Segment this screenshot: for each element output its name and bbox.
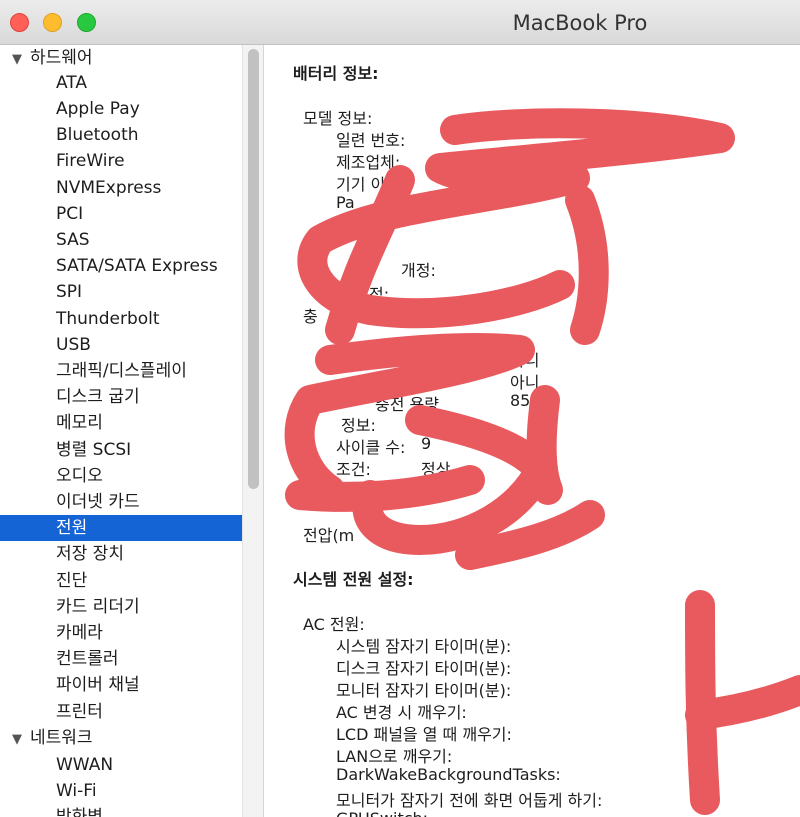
pack-label-fragment: Pa <box>336 193 355 212</box>
window-title: MacBook Pro <box>512 11 648 35</box>
sidebar-item-nvmexpress[interactable]: NVMExpress <box>0 175 242 201</box>
condition-label: 조건: <box>336 460 371 479</box>
sidebar-item-storage[interactable]: 저장 장치 <box>0 541 242 567</box>
sidebar-item-audio[interactable]: 오디오 <box>0 463 242 489</box>
sidebar-item-card-reader[interactable]: 카드 리더기 <box>0 594 242 620</box>
wake-on-lan-label: LAN으로 깨우기: <box>336 747 453 766</box>
revision-label-fragment: 개정: <box>401 261 436 280</box>
sidebar-item-diagnostics[interactable]: 진단 <box>0 568 242 594</box>
charge-info-fragment: 충 <box>303 307 318 326</box>
tree-group-network[interactable]: ▼ 네트워크 <box>0 725 242 751</box>
health-info-fragment: 정보: <box>341 416 376 435</box>
charge-value-2: 아니 <box>510 373 540 392</box>
gpu-switch-label: GPUSwitch: <box>336 809 428 817</box>
display-sleep-timer-label: 모니터 잠자기 타이머(분): <box>336 681 512 700</box>
amperage-label-fragment: 전압(m <box>303 526 355 545</box>
cycle-count-value: 9 <box>421 434 432 453</box>
battery-info-heading: 배터리 정보: <box>293 64 379 83</box>
serial-label: 일련 번호: <box>336 131 406 150</box>
sidebar-item-wifi[interactable]: Wi-Fi <box>0 778 242 804</box>
sidebar-item-bluetooth[interactable]: Bluetooth <box>0 122 242 148</box>
sidebar-item-sas[interactable]: SAS <box>0 227 242 253</box>
cycle-count-label: 사이클 수: <box>336 438 406 457</box>
system-sleep-timer-label: 시스템 잠자기 타이머(분): <box>336 637 512 656</box>
sidebar-item-power[interactable]: 전원 <box>0 515 242 541</box>
system-power-heading: 시스템 전원 설정: <box>293 570 414 589</box>
manufacturer-label: 제조업체: <box>336 153 401 172</box>
sidebar-item-thunderbolt[interactable]: Thunderbolt <box>0 306 242 332</box>
sidebar-item-printer[interactable]: 프린터 <box>0 699 242 725</box>
dim-before-sleep-label: 모니터가 잠자기 전에 화면 어둡게 하기: <box>336 791 603 810</box>
sidebar-item-sata[interactable]: SATA/SATA Express <box>0 253 242 279</box>
condition-value: 정상 <box>421 460 451 479</box>
wake-on-ac-change-label: AC 변경 시 깨우기: <box>336 703 467 722</box>
charge-label-fragment: 충 <box>336 349 351 368</box>
sidebar-item-fibre-channel[interactable]: 파이버 채널 <box>0 672 242 698</box>
sidebar-item-camera[interactable]: 카메라 <box>0 620 242 646</box>
disk-sleep-timer-label: 디스크 잠자기 타이머(분): <box>336 659 512 678</box>
row-label-fragment: 정: <box>369 285 390 304</box>
sidebar-item-controller[interactable]: 컨트롤러 <box>0 646 242 672</box>
sidebar-item-pci[interactable]: PCI <box>0 201 242 227</box>
model-info-label: 모델 정보: <box>303 109 373 128</box>
sidebar-item-usb[interactable]: USB <box>0 332 242 358</box>
sidebar-item-spi[interactable]: SPI <box>0 279 242 305</box>
full-charge-label-fragment: 충전 용량 <box>375 395 439 414</box>
sidebar-item-apple-pay[interactable]: Apple Pay <box>0 96 242 122</box>
sidebar-item-graphics-display[interactable]: 그래픽/디스플레이 <box>0 358 242 384</box>
charge-value-1: 아니 <box>510 351 540 370</box>
sidebar-item-wwan[interactable]: WWAN <box>0 752 242 778</box>
sidebar-item-ethernet[interactable]: 이더넷 카드 <box>0 489 242 515</box>
disclosure-triangle-icon[interactable]: ▼ <box>12 727 30 753</box>
sidebar-item-memory[interactable]: 메모리 <box>0 410 242 436</box>
sidebar-item-firewall[interactable]: 방화벽 <box>0 804 242 817</box>
detail-pane: 배터리 정보: 모델 정보: 일련 번호: 제조업체: 기기 이름: Pa 개정… <box>265 45 800 817</box>
device-name-label: 기기 이름: <box>336 175 406 194</box>
sidebar-scrollbar[interactable] <box>242 45 264 817</box>
scrollbar-thumb[interactable] <box>248 49 259 489</box>
ac-power-label: AC 전원: <box>303 615 365 634</box>
sidebar: ▼ 하드웨어 ATA Apple Pay Bluetooth FireWire N… <box>0 45 242 817</box>
wake-on-lid-open-label: LCD 패널을 열 때 깨우기: <box>336 725 512 744</box>
sidebar-item-disc-burning[interactable]: 디스크 굽기 <box>0 384 242 410</box>
tree-group-hardware[interactable]: ▼ 하드웨어 <box>0 45 242 71</box>
darkwake-background-tasks-label: DarkWakeBackgroundTasks: <box>336 765 561 784</box>
full-charge-value: 858 <box>510 391 541 410</box>
sidebar-item-firewire[interactable]: FireWire <box>0 148 242 174</box>
title-bar: MacBook Pro <box>0 0 800 45</box>
sidebar-item-parallel-scsi[interactable]: 병렬 SCSI <box>0 437 242 463</box>
sidebar-item-ata[interactable]: ATA <box>0 70 242 96</box>
